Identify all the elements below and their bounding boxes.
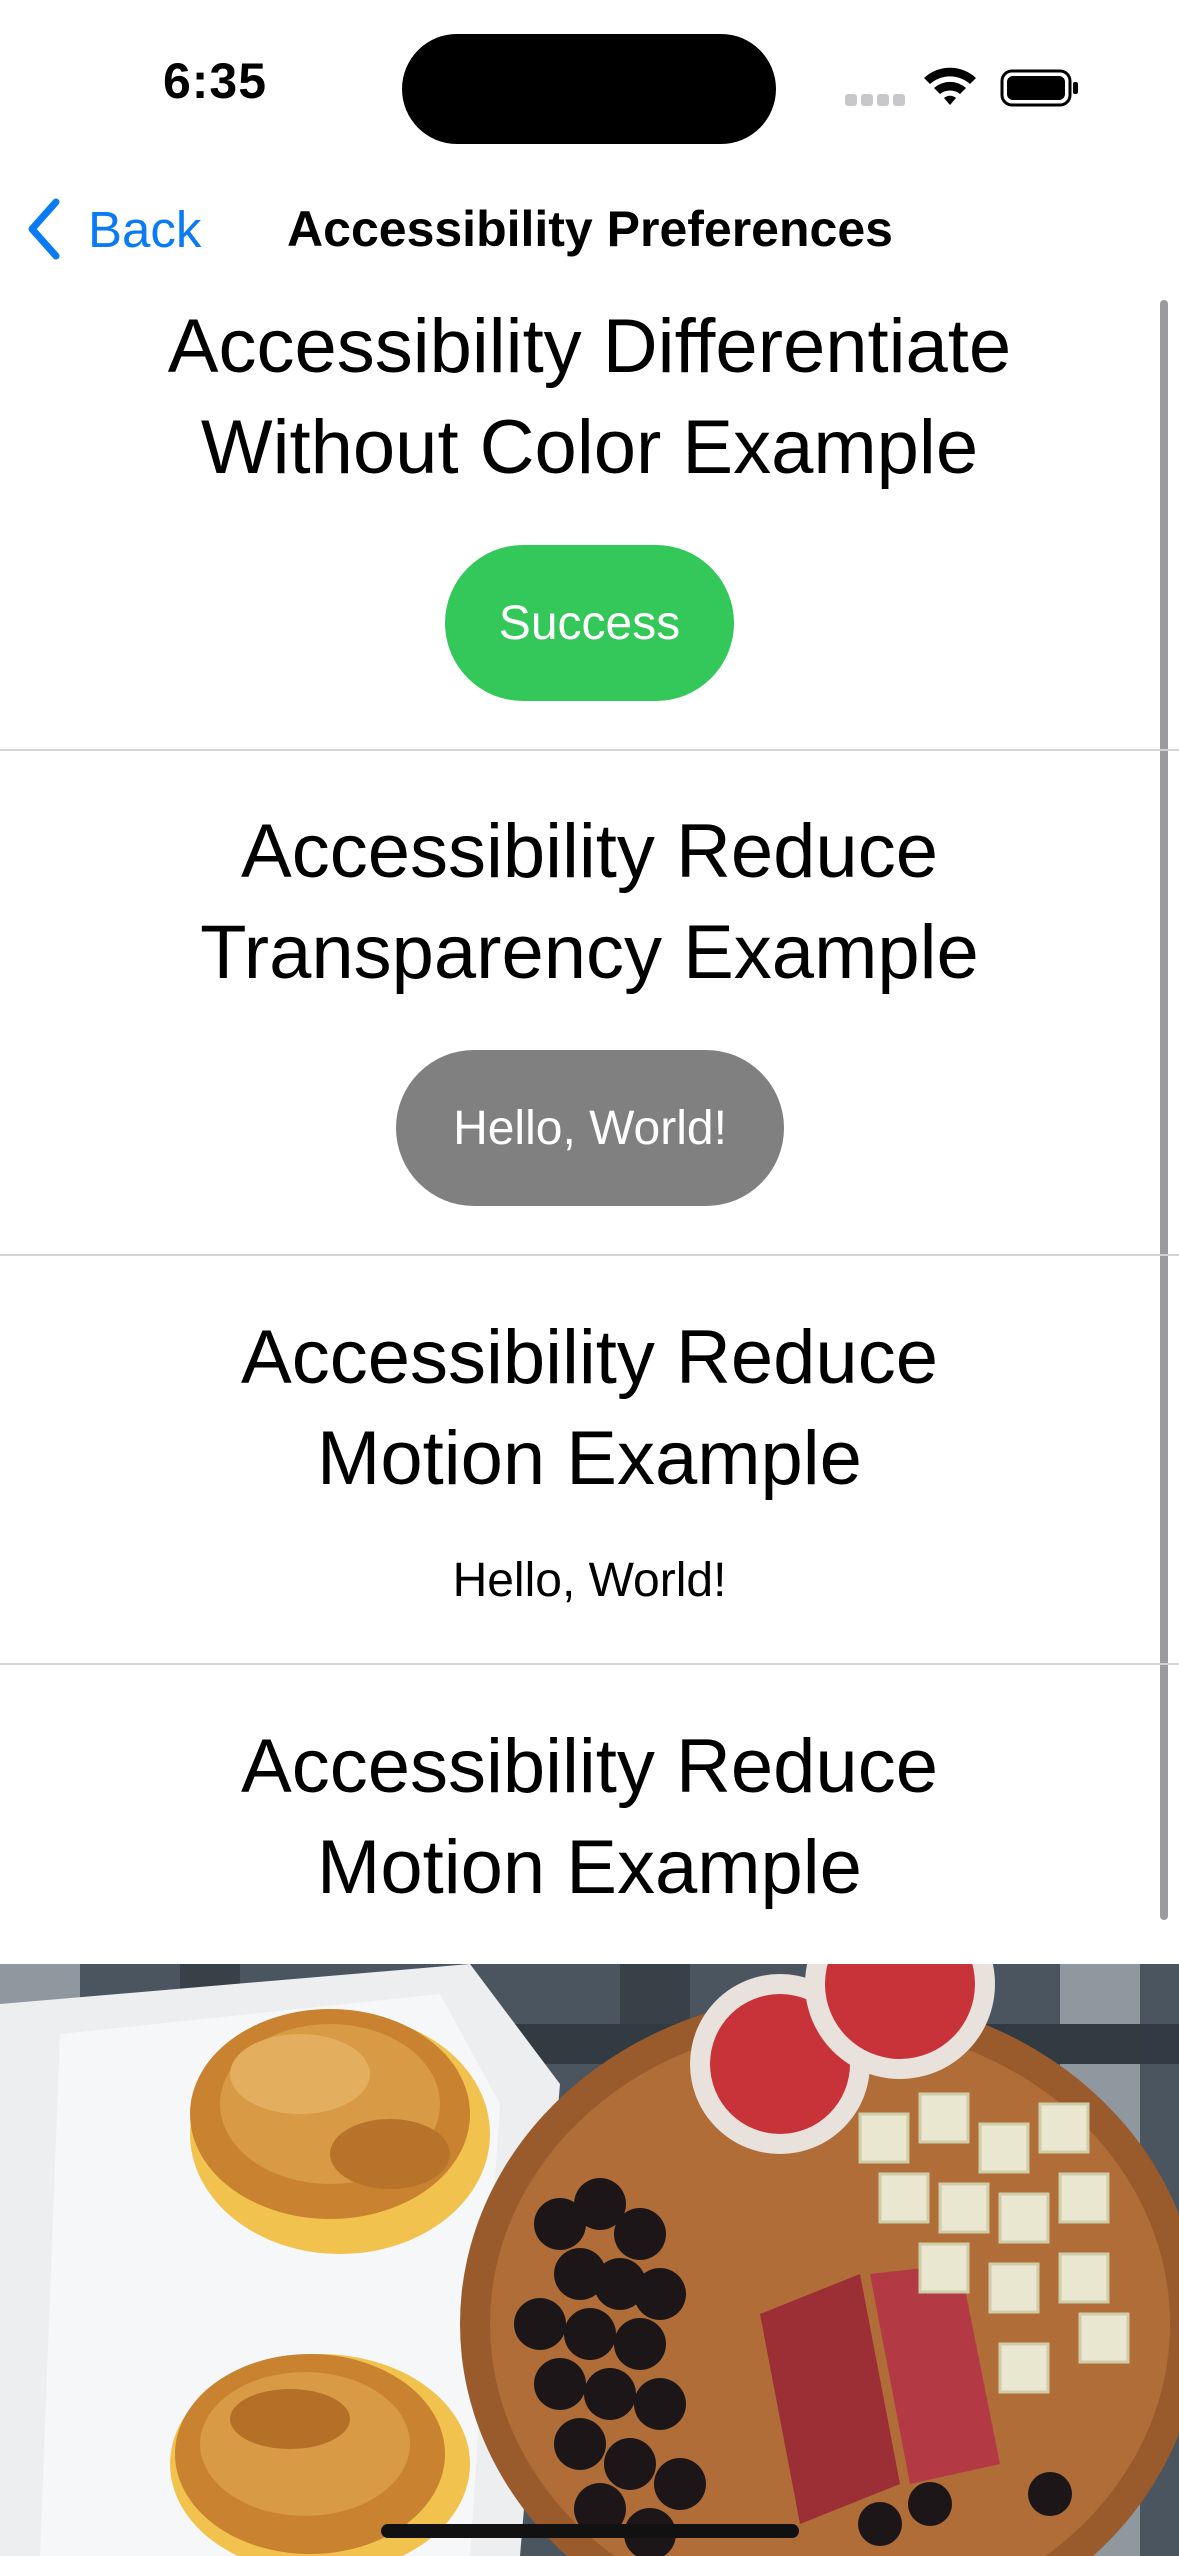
home-indicator[interactable] <box>381 2524 799 2538</box>
success-badge: Success <box>445 545 734 701</box>
status-time: 6:35 <box>162 53 268 109</box>
divider <box>0 1254 1179 1256</box>
back-label: Back <box>88 200 202 258</box>
section-title-line: Motion Example <box>317 1825 862 1910</box>
section-title-line: Accessibility Reduce <box>241 1724 938 1809</box>
section-title-line: Accessibility Differentiate <box>167 304 1012 389</box>
dynamic-island <box>402 34 776 144</box>
hello-world-text: Hello, World! <box>452 1554 727 1607</box>
section-title: Accessibility Reduce Motion Example <box>90 1716 1090 1918</box>
section-title-line: Motion Example <box>317 1416 862 1501</box>
divider <box>0 749 1179 751</box>
section-title-line: Without Color Example <box>200 405 979 490</box>
status-bar: 6:35 <box>0 0 1179 150</box>
page-title: Accessibility Preferences <box>287 201 893 257</box>
section-title-line: Accessibility Reduce <box>241 809 938 894</box>
navigation-bar: Back Accessibility Preferences <box>0 180 1179 276</box>
chevron-left-icon <box>28 198 60 260</box>
hello-world-pill: Hello, World! <box>396 1050 784 1206</box>
cellular-signal-icon <box>845 94 905 108</box>
section-title-line: Accessibility Reduce <box>241 1315 938 1400</box>
section-title: Accessibility Differentiate Without Colo… <box>90 296 1090 498</box>
section-title-line: Transparency Example <box>200 910 979 995</box>
back-button[interactable]: Back <box>24 194 201 264</box>
wifi-icon <box>924 67 976 105</box>
battery-icon <box>1000 69 1078 107</box>
section-title: Accessibility Reduce Motion Example <box>90 1307 1090 1509</box>
divider <box>0 1663 1179 1665</box>
food-photo <box>0 1964 1179 2556</box>
section-title: Accessibility Reduce Transparency Exampl… <box>90 801 1090 1003</box>
section-reduce-motion-image: Accessibility Reduce Motion Example <box>0 1716 1179 1964</box>
picnic-food-image <box>0 1964 1179 2556</box>
section-reduce-motion: Accessibility Reduce Motion Example Hell… <box>0 1307 1179 1663</box>
section-reduce-transparency: Accessibility Reduce Transparency Exampl… <box>0 801 1179 1255</box>
section-differentiate-without-color: Accessibility Differentiate Without Colo… <box>0 296 1179 750</box>
